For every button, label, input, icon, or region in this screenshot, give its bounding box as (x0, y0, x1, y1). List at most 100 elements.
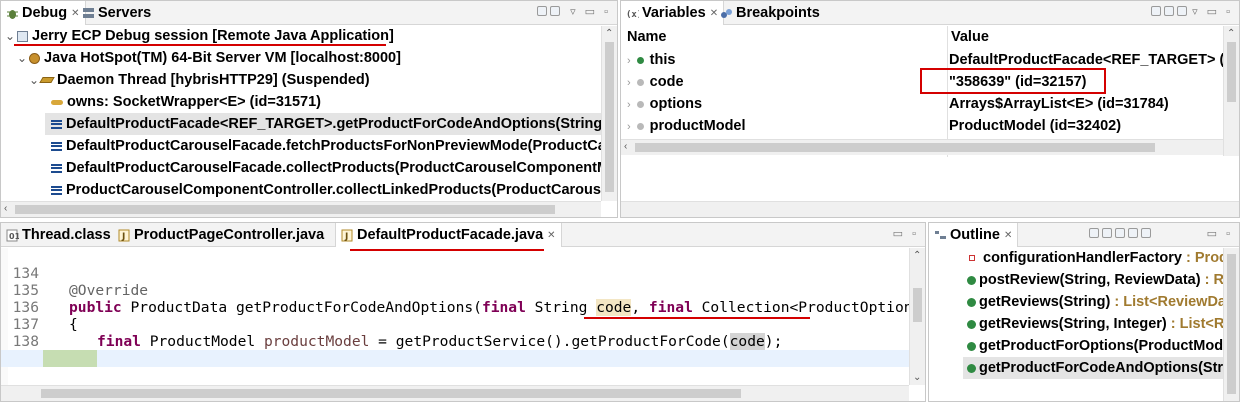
scroll-up-icon[interactable]: ⌃ (1227, 28, 1235, 39)
variables-tabbar: (x) Variables ✕ Breakpoints ▿ ▭ ▫ (621, 1, 1239, 25)
annotation-underline (350, 249, 544, 251)
chevron-down-icon[interactable]: ⌄ (17, 47, 29, 69)
close-icon[interactable]: ✕ (547, 230, 555, 241)
tree-frame-selected[interactable]: DefaultProductFacade<REF_TARGET>.getProd… (45, 113, 603, 135)
outline-vertical-scrollbar[interactable] (1223, 248, 1239, 401)
outline-item[interactable]: getReviews(String) : List<ReviewData> (967, 291, 1239, 313)
outline-item[interactable]: postReview(String, ReviewData) : ReviewD… (967, 269, 1239, 291)
tree-frame[interactable]: DefaultProductCarouselFacade.collectProd… (51, 157, 603, 179)
debug-toolbar (537, 6, 560, 16)
tab-variables[interactable]: (x) Variables ✕ (621, 1, 725, 25)
code-line[interactable]: 139 (1, 333, 909, 367)
current-line-marker (43, 350, 97, 367)
tree-label: Jerry ECP Debug session [Remote Java App… (32, 28, 394, 44)
variables-vertical-scrollbar[interactable]: ⌃ (1223, 26, 1239, 156)
collapse-icon[interactable] (537, 6, 547, 16)
outline-item[interactable]: getReviews(String, Integer) : List<Revie… (967, 313, 1239, 335)
close-icon[interactable]: ✕ (1004, 230, 1012, 241)
editor-horizontal-scrollbar[interactable] (1, 385, 909, 401)
outline-icon (934, 229, 947, 242)
current-code-line[interactable]: 140 if (options != null) (1, 350, 909, 401)
servers-icon (82, 7, 95, 20)
debug-tabbar: Debug ✕ Servers ▿ ▭ ▫ (1, 1, 617, 25)
tab-servers[interactable]: Servers (77, 1, 156, 25)
column-name-header[interactable]: Name (627, 26, 667, 48)
scroll-left-icon[interactable]: ‹ (624, 141, 627, 152)
tree-frame[interactable]: DefaultProductCarouselFacade.fetchProduc… (51, 135, 603, 157)
svg-text:J: J (121, 232, 125, 242)
code-line[interactable]: 135 public ProductData getProductForCode… (1, 265, 921, 317)
debug-vertical-scrollbar[interactable]: ⌃ (601, 26, 617, 201)
chevron-right-icon[interactable]: › (627, 77, 631, 89)
scrollbar-thumb[interactable] (1227, 42, 1236, 102)
scrollbar-thumb[interactable] (15, 205, 555, 214)
tab-thread-class[interactable]: 01 Thread.class (1, 223, 116, 247)
hide-fields-icon[interactable] (1102, 228, 1112, 238)
public-method-icon (967, 363, 976, 373)
tree-owns[interactable]: owns: SocketWrapper<E> (id=31571) (51, 91, 321, 113)
column-value-header[interactable]: Value (951, 26, 989, 48)
code-line[interactable]: 141 { (1, 367, 909, 401)
code-line[interactable]: 137 final ProductModel productModel = ge… (1, 299, 909, 351)
scroll-up-icon[interactable]: ⌃ (913, 250, 921, 261)
outline-item-name: postReview(String, ReviewData) (979, 272, 1201, 288)
view-menu-icon[interactable] (1177, 6, 1187, 16)
scrollbar-thumb[interactable] (1227, 254, 1236, 394)
tab-debug-label: Debug (22, 5, 68, 21)
view-controls[interactable]: ▭ ▫ (1207, 227, 1233, 240)
tab-outline[interactable]: Outline ✕ (929, 223, 1019, 247)
tree-label: ProductCarouselComponentController.colle… (66, 182, 603, 198)
outline-item[interactable]: configurationHandlerFactory : ProductCon… (967, 247, 1239, 269)
scroll-left-icon[interactable]: ‹ (4, 203, 7, 214)
outline-item-selected[interactable]: getProductForCodeAndOptions(String, Coll… (963, 357, 1239, 379)
tab-debug[interactable]: Debug ✕ (1, 1, 86, 25)
svg-text:J: J (344, 232, 348, 242)
view-controls[interactable]: ▿ ▭ ▫ (570, 5, 611, 18)
hide-non-public-icon[interactable] (1128, 228, 1138, 238)
jvm-icon (29, 52, 40, 64)
debug-horizontal-scrollbar[interactable]: ‹ (1, 201, 601, 217)
scrollbar-thumb[interactable] (41, 389, 741, 398)
view-menu-icon[interactable] (550, 6, 560, 16)
code-line[interactable]: 136 { (1, 282, 909, 333)
launch-icon (17, 30, 28, 42)
tree-vm[interactable]: ⌄ Java HotSpot(TM) 64-Bit Server VM [loca… (17, 47, 401, 69)
variable-name: code (649, 74, 684, 90)
tab-product-page-controller[interactable]: J ProductPageController.java (113, 223, 329, 247)
breakpoints-icon (720, 7, 733, 20)
variable-row[interactable]: › productModel ProductModel (id=32402) (621, 115, 1223, 137)
variable-row[interactable]: › options Arrays$ArrayList<E> (id=31784) (621, 93, 1223, 115)
chevron-right-icon[interactable]: › (627, 99, 631, 111)
private-field-icon (969, 255, 975, 262)
chevron-right-icon[interactable]: › (627, 55, 631, 67)
scroll-up-icon[interactable]: ⌃ (605, 28, 613, 39)
scroll-down-icon[interactable]: ⌄ (913, 372, 921, 383)
variables-horizontal-scrollbar[interactable]: ‹ (621, 139, 1223, 155)
sort-icon[interactable] (1089, 228, 1099, 238)
view-controls[interactable]: ▭ ▫ (893, 227, 919, 240)
scrollbar-thumb[interactable] (635, 143, 1155, 152)
svg-text:01: 01 (9, 232, 19, 241)
tab-breakpoints[interactable]: Breakpoints (715, 1, 825, 25)
local-variable-icon (636, 100, 644, 108)
chevron-right-icon[interactable]: › (627, 121, 631, 133)
outline-item[interactable]: getProductForOptions(ProductModel, Colle… (967, 335, 1239, 357)
variable-value: ProductModel (id=32402) (949, 118, 1122, 134)
tab-variables-label: Variables (642, 5, 706, 21)
tab-servers-label: Servers (98, 5, 152, 21)
tab-default-product-facade[interactable]: J DefaultProductFacade.java ✕ (335, 223, 562, 247)
tree-frame[interactable]: ProductCarouselComponentController.colle… (51, 179, 603, 201)
collapse-all-icon[interactable] (1164, 6, 1174, 16)
tree-thread[interactable]: ⌄ Daemon Thread [hybrisHTTP29] (Suspended… (29, 69, 370, 91)
chevron-down-icon[interactable]: ⌄ (29, 69, 41, 91)
editor-vertical-scrollbar[interactable]: ⌃ ⌄ (909, 248, 925, 385)
local-variable-icon (636, 78, 644, 86)
scrollbar-thumb[interactable] (913, 288, 922, 322)
tree-label: DefaultProductFacade<REF_TARGET>.getProd… (66, 116, 603, 132)
hide-static-icon[interactable] (1115, 228, 1125, 238)
detail-pane-scrollbar[interactable] (621, 201, 1239, 217)
view-controls[interactable]: ▿ ▭ ▫ (1192, 5, 1233, 18)
scrollbar-thumb[interactable] (605, 42, 614, 192)
hide-local-types-icon[interactable] (1141, 228, 1151, 238)
show-type-icon[interactable] (1151, 6, 1161, 16)
